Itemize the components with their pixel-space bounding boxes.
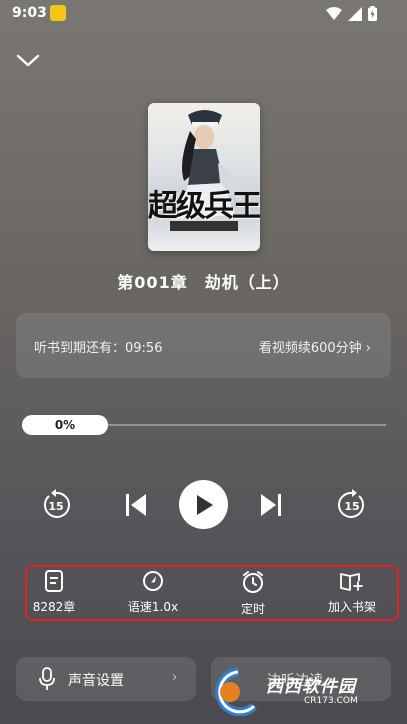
play-button[interactable] <box>179 480 228 529</box>
rewind-15-icon: 15 <box>44 489 70 518</box>
status-indicators <box>326 6 377 21</box>
chevron-down-icon <box>16 54 40 67</box>
add-bookshelf-icon <box>340 573 363 591</box>
progress-thumb[interactable]: 0% <box>22 415 108 435</box>
catalog-button[interactable]: 8282章 <box>14 568 94 618</box>
membership-card: 听书到期还有：09:56 看视频续600分钟 › <box>16 313 391 378</box>
chevron-right-icon: › <box>172 670 178 685</box>
wifi-icon <box>326 6 342 20</box>
add-bookshelf-button[interactable]: 加入书架 <box>312 568 392 618</box>
skip-next-icon <box>261 494 281 516</box>
notification-app-icon <box>50 5 66 21</box>
skip-previous-icon <box>126 494 146 516</box>
watermark-url: CR173.COM <box>304 696 358 706</box>
previous-chapter-button[interactable] <box>122 490 150 520</box>
microphone-icon <box>39 667 55 690</box>
alarm-clock-icon <box>243 571 263 593</box>
status-time: 9:03 <box>12 5 47 21</box>
speed-button[interactable]: 语速1.0x <box>113 568 193 618</box>
rewind-15-button[interactable]: 15 <box>39 488 73 522</box>
collapse-button[interactable] <box>14 48 42 72</box>
listen-expire-text: 听书到期还有：09:56 <box>34 341 163 356</box>
timer-label: 定时 <box>240 602 265 616</box>
chapter-title: 第001章 劫机（上） <box>117 273 290 292</box>
voice-settings-button[interactable]: 声音设置 › <box>16 657 196 701</box>
speed-icon <box>143 571 163 591</box>
speed-label: 语速1.0x <box>127 600 179 614</box>
cover-author-band <box>170 221 238 231</box>
forward-seconds-label: 15 <box>344 500 359 513</box>
signal-icon <box>348 6 362 21</box>
timer-button[interactable]: 定时 <box>213 568 293 618</box>
watermark-text: 西西软件园 <box>266 677 356 697</box>
rewind-seconds-label: 15 <box>48 500 63 513</box>
forward-15-button[interactable]: 15 <box>335 488 369 522</box>
catalog-icon <box>45 570 63 592</box>
status-bar: 9:03 <box>0 0 407 28</box>
watch-video-extend-link[interactable]: 看视频续600分钟 › <box>259 337 371 356</box>
play-icon <box>196 494 213 515</box>
battery-icon <box>368 6 377 21</box>
watermark-logo <box>215 667 258 716</box>
add-bookshelf-label: 加入书架 <box>327 600 376 614</box>
voice-settings-label: 声音设置 <box>68 673 124 689</box>
catalog-label: 8282章 <box>32 600 76 614</box>
watermark: 西西软件园 CR173.COM <box>208 664 398 719</box>
forward-15-icon: 15 <box>338 489 364 518</box>
next-chapter-button[interactable] <box>257 490 285 520</box>
cover-title: 超级兵王 <box>148 189 260 224</box>
book-cover: 超级兵王 <box>148 103 260 251</box>
